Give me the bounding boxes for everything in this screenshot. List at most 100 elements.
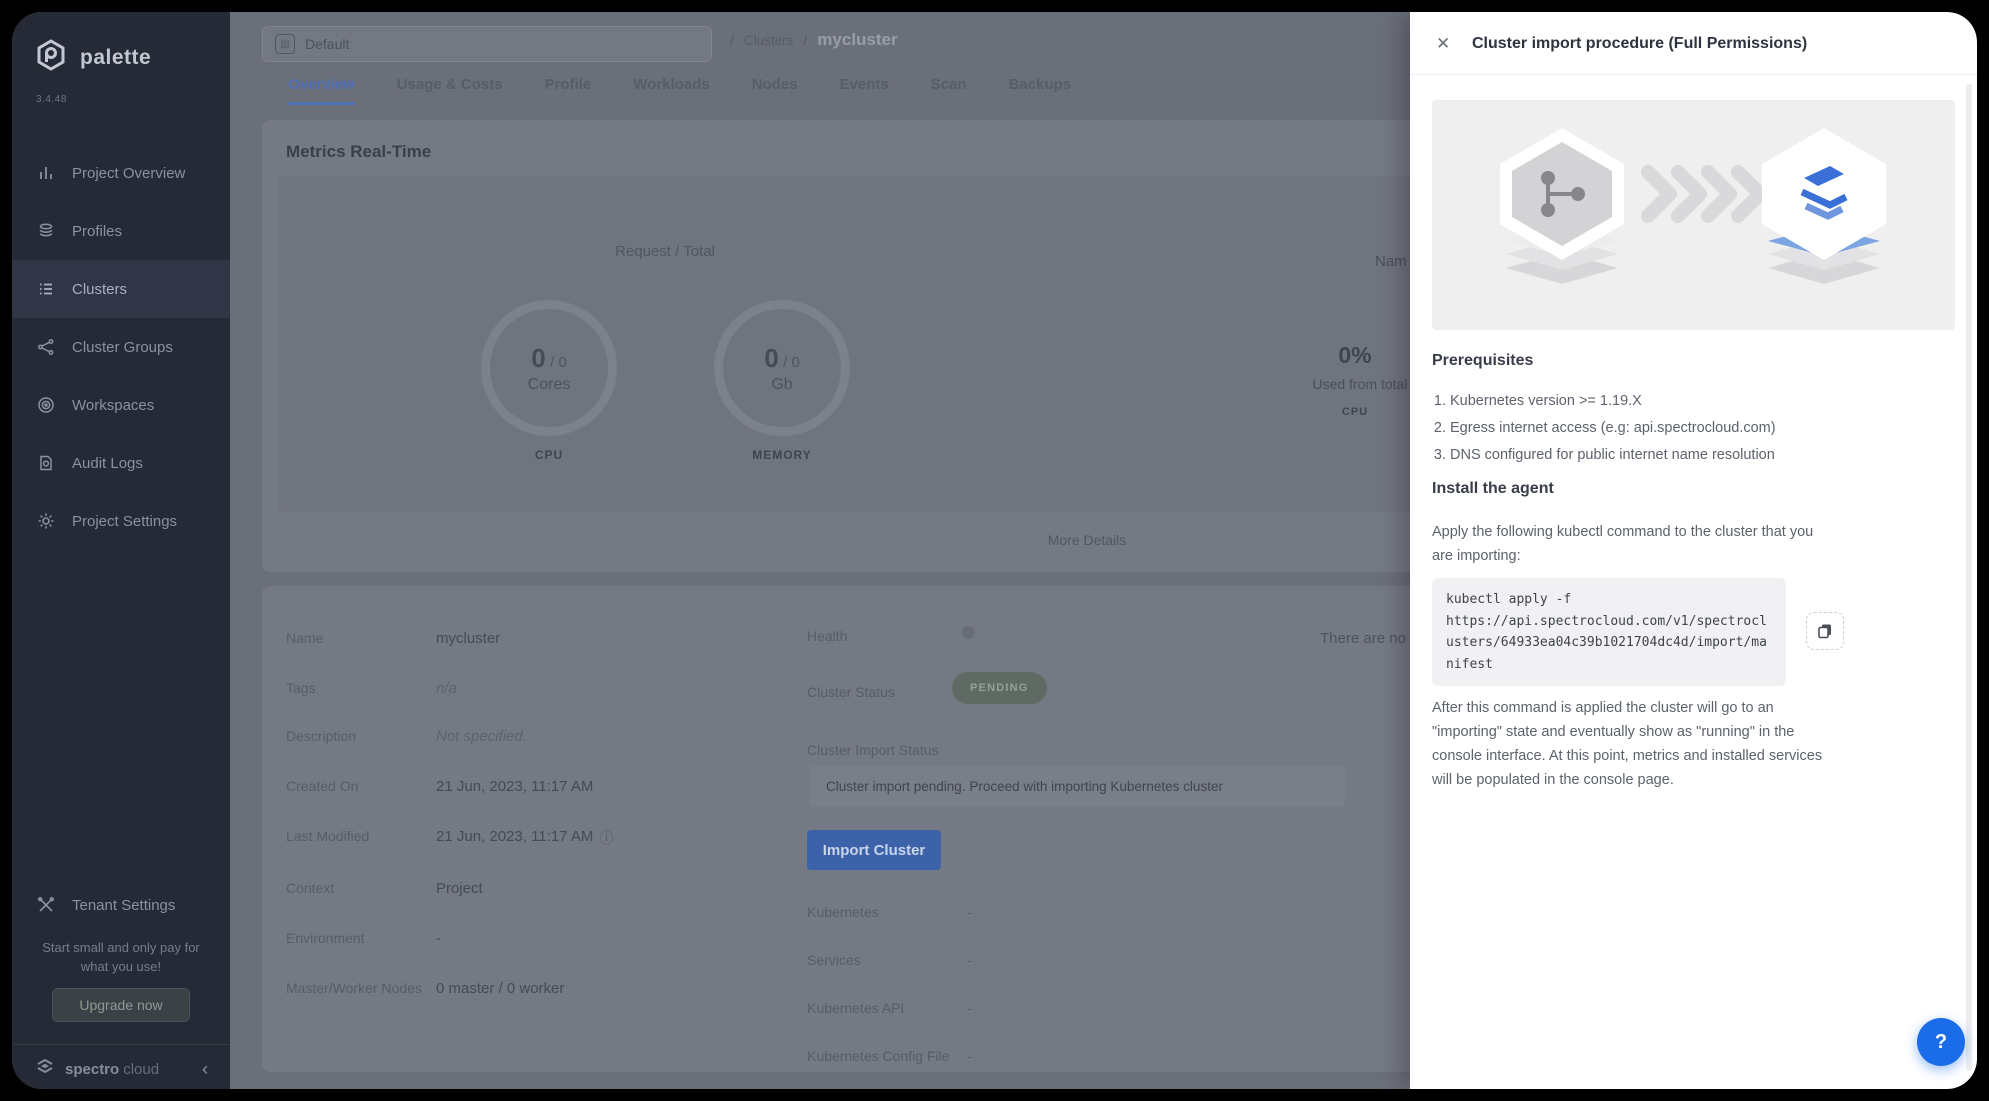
sidebar-item-label: Profiles: [72, 223, 122, 240]
detail-value: 21 Jun, 2023, 11:17 AM: [436, 828, 593, 848]
tab-scan[interactable]: Scan: [931, 76, 967, 105]
detail-value: Project: [436, 880, 483, 897]
detail-label: Context: [286, 880, 436, 897]
install-agent-title: Install the agent: [1432, 480, 1554, 498]
gear-icon: [36, 511, 56, 531]
tab-workloads[interactable]: Workloads: [633, 76, 709, 105]
footer-brand-suffix: cloud: [123, 1061, 159, 1078]
detail-label: Environment: [286, 930, 436, 947]
kubernetes-label: Kubernetes: [807, 904, 879, 920]
more-details-link[interactable]: More Details: [1007, 532, 1167, 548]
project-selector[interactable]: ▥ Default: [262, 26, 712, 62]
detail-row-created-on: Created On 21 Jun, 2023, 11:17 AM: [286, 778, 786, 795]
detail-value: mycluster: [436, 630, 500, 647]
cpu-gauge-unit: Cores: [528, 376, 571, 394]
breadcrumb-separator: /: [803, 32, 807, 48]
sidebar-item-tenant-settings[interactable]: Tenant Settings: [12, 876, 230, 934]
layers-icon: [36, 221, 56, 241]
close-icon[interactable]: ✕: [1436, 34, 1450, 54]
sidebar-item-label: Audit Logs: [72, 455, 143, 472]
tab-profile[interactable]: Profile: [545, 76, 592, 105]
upgrade-button[interactable]: Upgrade now: [52, 988, 190, 1022]
prerequisite-item: Egress internet access (e.g: api.spectro…: [1450, 415, 1776, 442]
list-icon: [36, 279, 56, 299]
sidebar-item-workspaces[interactable]: Workspaces: [12, 376, 230, 434]
prerequisites-title: Prerequisites: [1432, 352, 1533, 370]
tab-events[interactable]: Events: [840, 76, 889, 105]
workspace-icon: [36, 395, 56, 415]
tab-usage-costs[interactable]: Usage & Costs: [397, 76, 503, 105]
cpu-gauge-label: CPU: [469, 448, 629, 462]
memory-gauge-unit: Gb: [771, 376, 792, 394]
detail-label: Master/Worker Nodes: [286, 980, 436, 997]
prerequisite-item: DNS configured for public internet name …: [1450, 442, 1776, 469]
sidebar-item-label: Workspaces: [72, 397, 154, 414]
memory-gauge: 0 / 0 Gb MEMORY: [702, 300, 862, 462]
cpu-gauge-ring: 0 / 0 Cores: [481, 300, 617, 436]
health-label: Health: [807, 628, 847, 644]
sidebar-item-project-settings[interactable]: Project Settings: [12, 492, 230, 550]
import-illustration: [1432, 100, 1955, 330]
detail-row-last-modified: Last Modified 21 Jun, 2023, 11:17 AM ⓘ: [286, 828, 786, 848]
post-apply-note: After this command is applied the cluste…: [1432, 696, 1828, 792]
gauges-subtitle: Request / Total: [565, 243, 765, 260]
kubernetes-value: -: [967, 904, 972, 920]
namespaces-column-header: Nam: [1375, 253, 1407, 270]
sidebar-item-clusters[interactable]: Clusters: [12, 260, 230, 318]
spectrocloud-logo-icon: [34, 1056, 56, 1083]
detail-value: n/a: [436, 680, 457, 697]
drawer-divider: [1410, 74, 1977, 75]
project-selector-value: Default: [305, 36, 349, 52]
empty-state-text: There are no: [1320, 630, 1406, 647]
detail-row-nodes: Master/Worker Nodes 0 master / 0 worker: [286, 980, 786, 997]
breadcrumb: / Clusters / mycluster: [730, 30, 898, 50]
footer-brand: spectro: [65, 1061, 119, 1078]
upgrade-promo-text: Start small and only pay for what you us…: [32, 938, 210, 976]
detail-row-tags: Tags n/a: [286, 680, 786, 697]
sidebar-item-label: Cluster Groups: [72, 339, 173, 356]
sidebar-item-project-overview[interactable]: Project Overview: [12, 144, 230, 202]
app-window: palette 3.4.48 Project Overview Profiles: [12, 12, 1977, 1089]
info-icon[interactable]: ⓘ: [599, 828, 613, 848]
breadcrumb-current: mycluster: [817, 30, 897, 50]
sidebar-item-profiles[interactable]: Profiles: [12, 202, 230, 260]
kubernetes-api-value: -: [967, 1000, 972, 1016]
collapse-sidebar-icon[interactable]: ‹: [202, 1059, 208, 1080]
services-label: Services: [807, 952, 861, 968]
palette-logo-icon: [34, 38, 68, 77]
copy-command-button[interactable]: [1806, 612, 1844, 650]
kubernetes-config-file-label: Kubernetes Config File: [807, 1048, 949, 1064]
document-icon: [36, 453, 56, 473]
kubectl-command-code: kubectl apply -f https://api.spectroclou…: [1432, 578, 1786, 686]
import-status-message: Cluster import pending. Proceed with imp…: [810, 766, 1345, 807]
bar-chart-icon: [36, 163, 56, 183]
sidebar-item-cluster-groups[interactable]: Cluster Groups: [12, 318, 230, 376]
tab-nodes[interactable]: Nodes: [752, 76, 798, 105]
prerequisite-item: Kubernetes version >= 1.19.X: [1450, 388, 1776, 415]
prerequisites-list: Kubernetes version >= 1.19.X Egress inte…: [1450, 388, 1776, 469]
app-version: 3.4.48: [36, 94, 67, 105]
cpu-gauge-value: 0: [531, 343, 545, 373]
sidebar-footer: spectro cloud ‹: [34, 1056, 208, 1082]
tab-overview[interactable]: Overview: [288, 76, 355, 105]
breadcrumb-clusters[interactable]: Clusters: [744, 33, 794, 48]
kubernetes-api-label: Kubernetes API: [807, 1000, 904, 1016]
memory-gauge-ring: 0 / 0 Gb: [714, 300, 850, 436]
detail-label: Last Modified: [286, 828, 436, 848]
drawer-scrollbar[interactable]: [1966, 84, 1972, 1071]
detail-row-environment: Environment -: [286, 930, 786, 947]
detail-label: Name: [286, 630, 436, 647]
tab-backups[interactable]: Backups: [1009, 76, 1072, 105]
copy-icon: [1817, 623, 1833, 639]
services-value: -: [967, 952, 972, 968]
help-button[interactable]: ?: [1917, 1018, 1965, 1066]
memory-gauge-value: 0: [764, 343, 778, 373]
import-cluster-button[interactable]: Import Cluster: [807, 830, 941, 870]
hexagon-import-graphic: [1432, 100, 1955, 330]
network-icon: [36, 337, 56, 357]
detail-row-context: Context Project: [286, 880, 786, 897]
sidebar-nav: Project Overview Profiles Clusters: [12, 144, 230, 550]
sidebar-item-label: Project Settings: [72, 513, 177, 530]
detail-value: -: [436, 930, 441, 947]
sidebar-item-audit-logs[interactable]: Audit Logs: [12, 434, 230, 492]
